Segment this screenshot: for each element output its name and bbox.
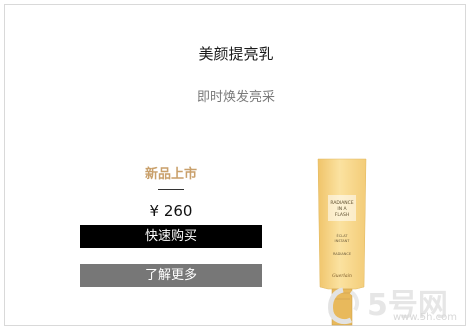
divider xyxy=(158,189,184,190)
tube-line2: IN A xyxy=(337,206,347,212)
learn-more-button[interactable]: 了解更多 xyxy=(80,264,262,287)
tube-line4: ÉCLAT xyxy=(337,233,349,238)
new-arrival-badge: 新品上市 xyxy=(144,167,197,182)
watermark: 5号网 www.5h.com xyxy=(325,282,471,328)
quick-buy-button[interactable]: 快速购买 xyxy=(80,225,262,248)
watermark-logo-icon xyxy=(328,287,360,325)
tube-line5: INSTANT xyxy=(335,239,351,243)
tube-line6: RADIANCE xyxy=(333,252,351,256)
product-subtitle: 即时焕发亮采 xyxy=(196,90,275,105)
product-card: 美颜提亮乳 即时焕发亮采 新品上市 ¥ 260 快速购买 了解更多 xyxy=(4,4,466,326)
tube-brand: Guerlain xyxy=(332,273,352,279)
price: ¥ 260 xyxy=(149,202,193,220)
tube-line3: FLASH xyxy=(335,212,350,218)
product-title: 美颜提亮乳 xyxy=(198,45,274,63)
tube-line1: RADIANCE xyxy=(330,200,353,206)
watermark-url: www.5h.com xyxy=(393,312,458,323)
